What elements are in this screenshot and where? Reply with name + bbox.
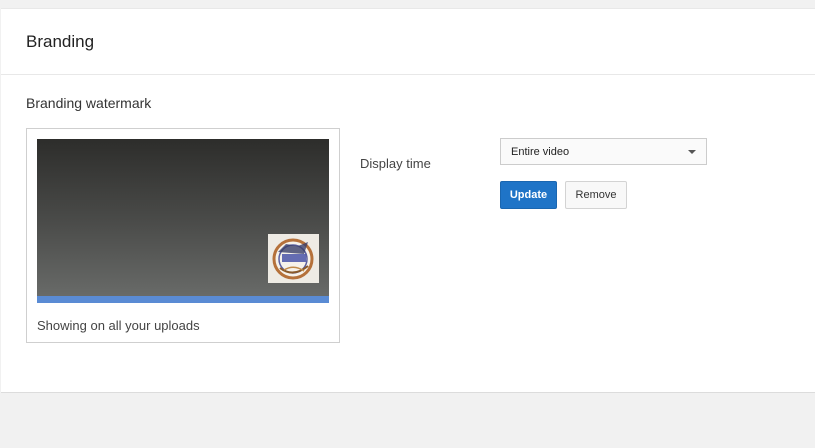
remove-button[interactable]: Remove: [565, 181, 627, 209]
update-button[interactable]: Update: [500, 181, 557, 209]
display-time-selected-value: Entire video: [511, 146, 570, 158]
page-title: Branding: [26, 32, 95, 51]
watermark-preview: Showing on all your uploads: [26, 128, 340, 343]
video-preview: [37, 139, 329, 303]
preview-caption: Showing on all your uploads: [37, 318, 200, 333]
branding-card: Branding Branding watermark Showing on a…: [1, 8, 815, 393]
watermark-logo-image: [268, 234, 319, 283]
watermark-logo-graphic: [268, 234, 319, 283]
display-time-select[interactable]: Entire video: [500, 138, 707, 165]
display-time-label: Display time: [360, 156, 431, 171]
video-progress-bar: [37, 296, 329, 303]
section-title: Branding watermark: [26, 95, 152, 111]
card-header: Branding: [1, 9, 815, 75]
chevron-down-icon: [688, 150, 696, 154]
